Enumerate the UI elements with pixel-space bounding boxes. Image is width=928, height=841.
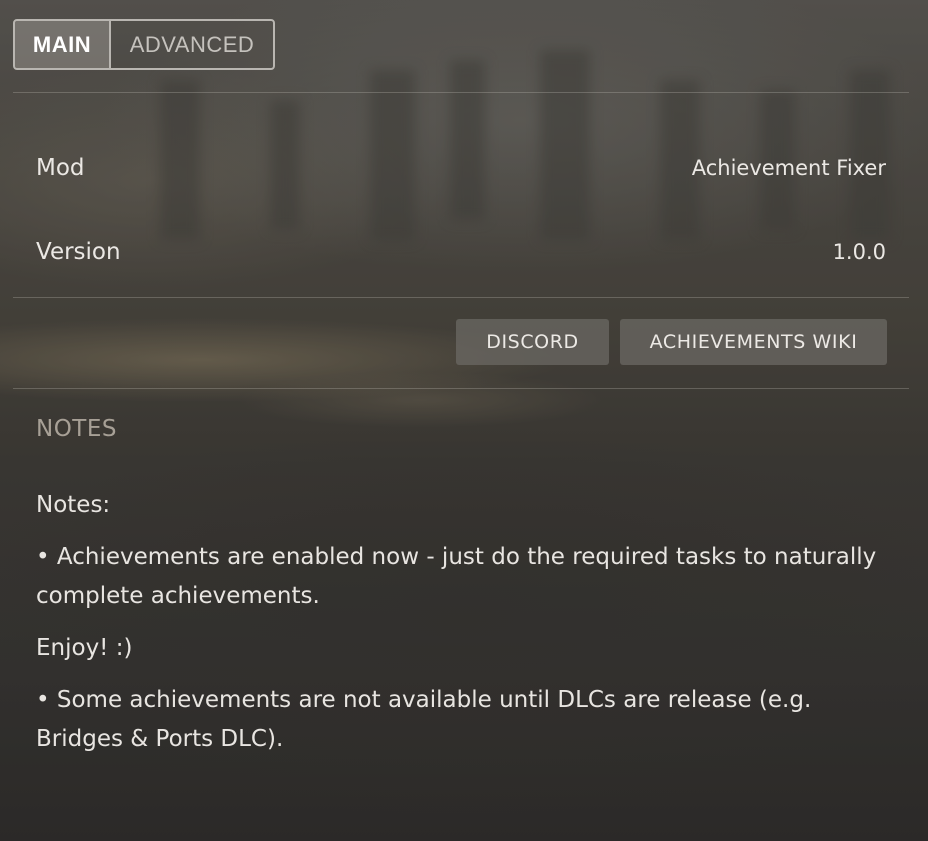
mod-settings-panel: MAIN ADVANCED Mod Achievement Fixer Vers… [0, 0, 928, 841]
mod-name-value: Achievement Fixer [691, 156, 886, 180]
header-divider [13, 92, 909, 93]
version-value: 1.0.0 [832, 240, 886, 264]
notes-line: • Achievements are enabled now - just do… [36, 544, 877, 609]
tab-bar: MAIN ADVANCED [13, 19, 275, 70]
info-divider [13, 297, 909, 298]
notes-line: Notes: [36, 492, 111, 518]
tab-advanced[interactable]: ADVANCED [111, 21, 273, 68]
achievements-wiki-button[interactable]: ACHIEVEMENTS WIKI [620, 319, 887, 365]
tab-main[interactable]: MAIN [15, 21, 111, 68]
discord-button[interactable]: DISCORD [456, 319, 609, 365]
notes-line: Enjoy! :) [36, 635, 133, 661]
buttons-divider [13, 388, 909, 389]
notes-heading: NOTES [36, 416, 117, 442]
version-label: Version [36, 239, 121, 265]
mod-label: Mod [36, 155, 85, 181]
notes-line: • Some achievements are not available un… [36, 687, 812, 752]
notes-body: Notes: • Achievements are enabled now - … [36, 486, 896, 772]
